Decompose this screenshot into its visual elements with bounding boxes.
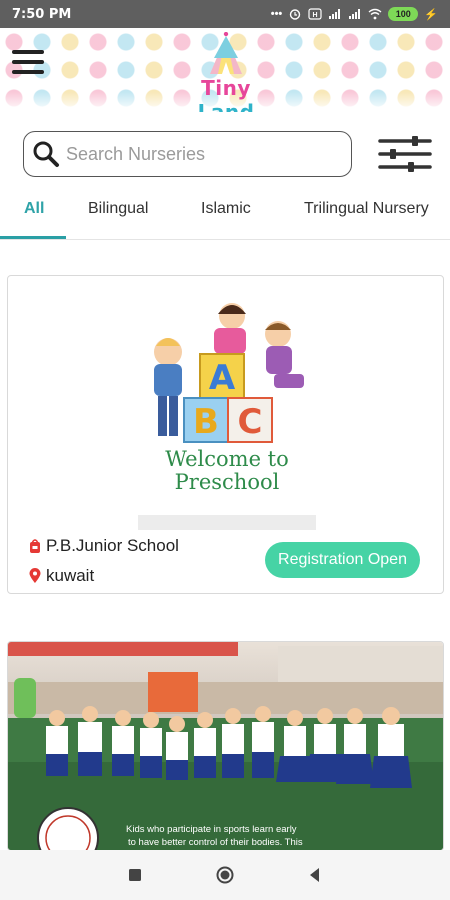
nursery-location: kuwait <box>46 566 95 585</box>
block-b-label: B <box>193 402 219 442</box>
nursery-photo: Kids who participate in sports learn ear… <box>8 642 443 850</box>
status-icons: ••• H 100 ⚡ <box>271 7 438 21</box>
photo-caption-line1: Kids who participate in sports learn ear… <box>126 824 297 835</box>
block-c-label: C <box>238 402 263 442</box>
app-header: Tiny Land <box>0 28 450 112</box>
app-screen: 7:50 PM ••• H 100 ⚡ Tiny Land Search Nur… <box>0 0 450 900</box>
logo-word-land: Land <box>197 100 255 112</box>
system-nav-bar <box>0 850 450 900</box>
image-caption-line1: Welcome to <box>165 447 289 471</box>
svg-text:H: H <box>313 12 318 19</box>
search-icon <box>33 141 59 167</box>
image-caption-line2: Preschool <box>175 470 280 494</box>
registration-status-badge[interactable]: Registration Open <box>265 542 420 578</box>
charging-icon: ⚡ <box>424 8 438 21</box>
status-time: 7:50 PM <box>12 6 72 22</box>
category-tabs: All Bilingual Islamic Trilingual Nursery <box>0 190 450 240</box>
data-icon: H <box>308 8 322 20</box>
more-dots-icon: ••• <box>270 8 283 20</box>
nursery-card[interactable]: A B C Welcome to Preschool P.B.Junior Sc… <box>7 275 444 594</box>
tiny-land-logo: Tiny Land <box>170 31 282 112</box>
hamburger-menu-icon[interactable] <box>12 50 46 80</box>
block-a-label: A <box>209 358 236 398</box>
alarm-icon <box>290 9 301 20</box>
battery-indicator: 100 <box>388 7 419 21</box>
tab-all[interactable]: All <box>24 200 44 218</box>
tab-trilingual-nursery[interactable]: Trilingual Nursery <box>304 200 429 218</box>
tab-bilingual[interactable]: Bilingual <box>88 200 148 218</box>
nursery-name-row: P.B.Junior School <box>28 536 179 556</box>
recent-apps-icon[interactable] <box>126 866 144 884</box>
location-pin-icon <box>29 568 41 583</box>
school-bag-icon <box>30 539 40 553</box>
tab-islamic[interactable]: Islamic <box>201 200 251 218</box>
home-icon[interactable] <box>216 866 234 884</box>
photo-caption-line2: to have better control of their bodies. … <box>128 837 303 848</box>
search-placeholder: Search Nurseries <box>66 143 206 164</box>
nursery-image: A B C Welcome to Preschool <box>138 290 316 530</box>
wifi-icon <box>368 8 382 20</box>
nursery-name: P.B.Junior School <box>46 536 179 555</box>
teepee-icon <box>210 31 242 74</box>
nursery-card[interactable]: Kids who participate in sports learn ear… <box>7 641 444 851</box>
status-bar: 7:50 PM ••• H 100 ⚡ <box>0 0 450 28</box>
back-icon[interactable] <box>306 866 324 884</box>
logo-word-tiny: Tiny <box>201 76 251 100</box>
active-tab-indicator <box>0 236 66 239</box>
signal-4g-icon <box>329 9 341 19</box>
signal-icon <box>349 9 361 19</box>
logo-wordmark: Tiny Land <box>170 76 282 112</box>
search-input[interactable]: Search Nurseries <box>23 131 352 177</box>
sliders-filter-icon[interactable] <box>378 136 432 172</box>
nursery-location-row: kuwait <box>28 566 94 586</box>
